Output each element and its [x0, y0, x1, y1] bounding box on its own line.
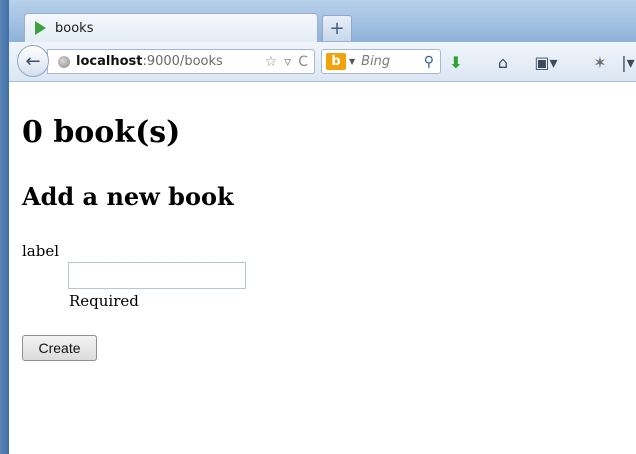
play-favicon-icon — [35, 21, 46, 35]
chevron-down-icon[interactable]: ▼ — [349, 57, 355, 66]
new-tab-button[interactable]: + — [322, 15, 352, 41]
required-hint: Required — [69, 292, 139, 310]
label-input[interactable] — [68, 262, 246, 289]
book-count-heading: 0 book(s) — [22, 115, 181, 150]
address-bar[interactable]: localhost :9000/books ☆ ▿ C — [47, 49, 315, 74]
star-icon[interactable]: ☆ — [265, 54, 278, 70]
dropdown-arrow-icon[interactable]: ▿ — [284, 54, 291, 70]
bookmarks-icon[interactable]: ▣▾ — [529, 51, 563, 73]
create-button[interactable]: Create — [22, 335, 97, 361]
menu-icon[interactable]: |▾ — [619, 51, 636, 73]
addon-icon[interactable]: ✶ — [589, 51, 611, 73]
navigation-toolbar: localhost :9000/books ☆ ▿ C ← b ▼ Bing ⚲… — [9, 42, 636, 82]
add-book-heading: Add a new book — [22, 182, 234, 211]
tab-title: books — [55, 20, 94, 36]
search-box[interactable]: b ▼ Bing ⚲ — [321, 49, 441, 74]
tab-bar: books + — [9, 0, 636, 42]
download-icon[interactable]: ⬇ — [445, 51, 467, 73]
back-button[interactable]: ← — [17, 45, 49, 77]
home-icon[interactable]: ⌂ — [492, 51, 514, 73]
url-host: localhost — [76, 54, 143, 69]
page-content: 0 book(s) Add a new book label Required … — [22, 82, 622, 454]
reload-icon[interactable]: C — [298, 54, 308, 70]
tab-books[interactable]: books — [24, 13, 318, 42]
back-arrow-icon: ← — [25, 50, 41, 72]
search-placeholder: Bing — [361, 54, 391, 69]
bing-logo-icon[interactable]: b — [326, 53, 346, 70]
search-icon[interactable]: ⚲ — [424, 54, 434, 70]
url-actions: ☆ ▿ C — [265, 54, 308, 70]
url-path: :9000/books — [142, 54, 223, 69]
window-frame — [0, 0, 9, 454]
globe-icon — [58, 55, 70, 68]
label-field-label: label — [22, 242, 60, 260]
